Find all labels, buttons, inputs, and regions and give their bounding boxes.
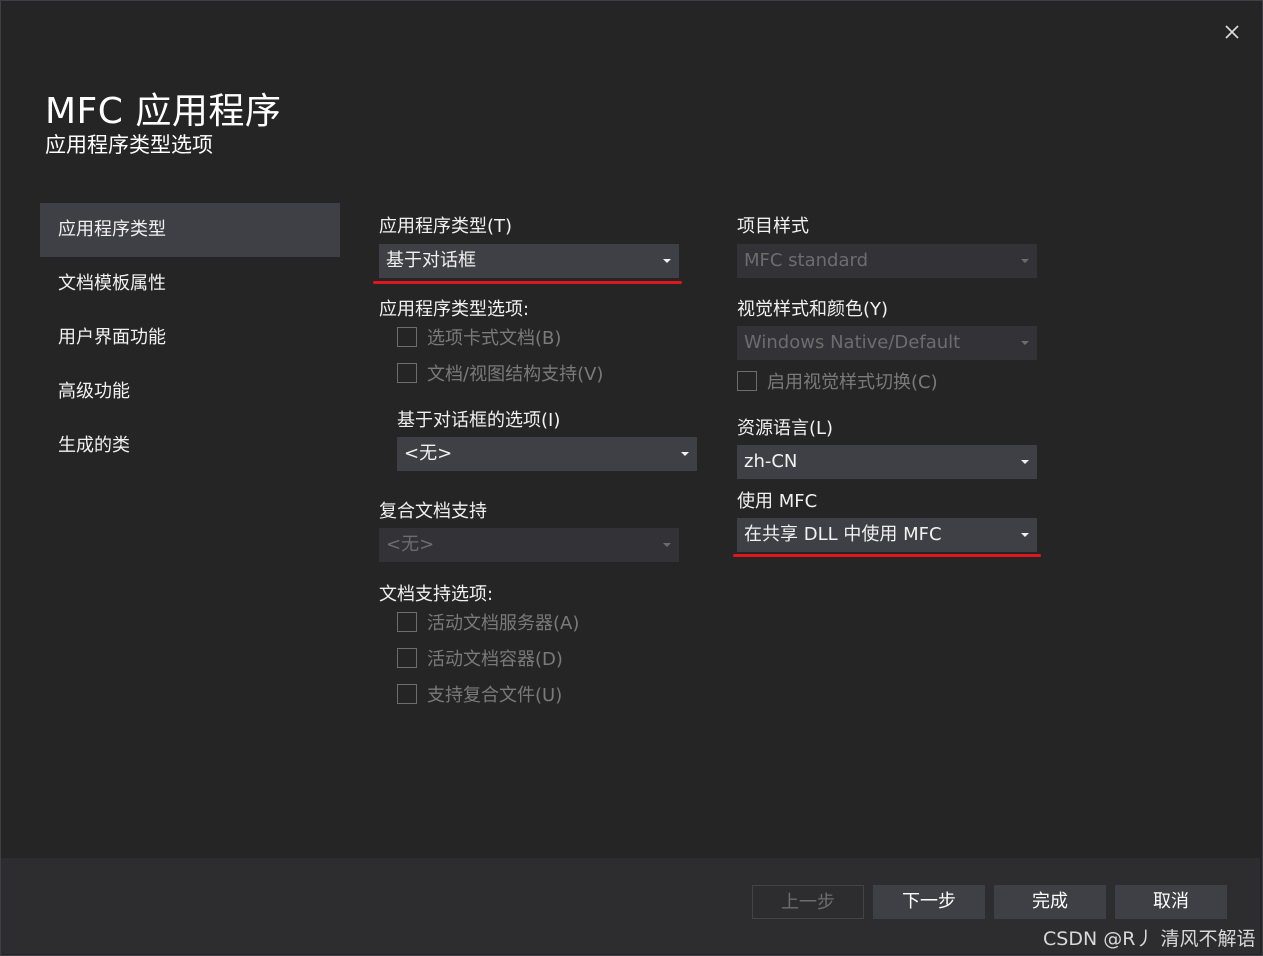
resource-lang-label: 资源语言(L)	[737, 418, 834, 439]
compound-doc-label: 复合文档支持	[379, 501, 487, 522]
nav-item-app-type[interactable]: 应用程序类型	[40, 203, 340, 257]
checkbox-box	[737, 371, 757, 391]
doc-view-checkbox[interactable]: 文档/视图结构支持(V)	[397, 362, 603, 388]
dialog-options-label: 基于对话框的选项(I)	[397, 410, 561, 431]
nav-item-generated-classes[interactable]: 生成的类	[40, 419, 340, 473]
app-type-select[interactable]: 基于对话框	[379, 244, 679, 278]
finish-button[interactable]: 完成	[994, 885, 1106, 919]
chevron-down-icon	[1021, 341, 1029, 345]
compound-doc-select: <无>	[379, 528, 679, 562]
checkbox-box	[397, 327, 417, 347]
tabbed-docs-label: 选项卡式文档(B)	[427, 328, 562, 349]
close-icon	[1225, 25, 1239, 39]
active-doc-server-label: 活动文档服务器(A)	[427, 613, 580, 634]
active-doc-server-checkbox[interactable]: 活动文档服务器(A)	[397, 611, 579, 637]
use-mfc-value: 在共享 DLL 中使用 MFC	[744, 524, 942, 545]
prev-button: 上一步	[752, 885, 864, 919]
close-button[interactable]	[1220, 20, 1244, 44]
app-type-label: 应用程序类型(T)	[379, 216, 513, 237]
compound-files-label: 支持复合文件(U)	[427, 685, 563, 706]
cancel-button[interactable]: 取消	[1115, 885, 1227, 919]
compound-doc-value: <无>	[386, 534, 435, 555]
enable-visual-switch-checkbox[interactable]: 启用视觉样式切换(C)	[737, 370, 938, 396]
visual-style-select: Windows Native/Default	[737, 326, 1037, 360]
chevron-down-icon	[681, 452, 689, 456]
project-style-select: MFC standard	[737, 244, 1037, 278]
checkbox-box	[397, 612, 417, 632]
tabbed-docs-checkbox[interactable]: 选项卡式文档(B)	[397, 326, 561, 352]
sidebar-nav: 应用程序类型 文档模板属性 用户界面功能 高级功能 生成的类	[40, 203, 340, 473]
dialog-title: MFC 应用程序	[45, 91, 282, 132]
checkbox-box	[397, 684, 417, 704]
watermark-text: CSDN @R丿 清风不解语	[1043, 928, 1256, 950]
checkbox-box	[397, 363, 417, 383]
dialog-options-value: <无>	[404, 443, 453, 464]
doc-view-label: 文档/视图结构支持(V)	[427, 364, 604, 385]
dialog-options-select[interactable]: <无>	[397, 437, 697, 471]
nav-item-ui-features[interactable]: 用户界面功能	[40, 311, 340, 365]
chevron-down-icon	[1021, 259, 1029, 263]
next-button[interactable]: 下一步	[873, 885, 985, 919]
chevron-down-icon	[663, 259, 671, 263]
visual-style-label: 视觉样式和颜色(Y)	[737, 299, 889, 320]
active-doc-container-checkbox[interactable]: 活动文档容器(D)	[397, 647, 563, 673]
dialog-subtitle: 应用程序类型选项	[45, 133, 213, 157]
resource-lang-value: zh-CN	[744, 451, 798, 472]
project-style-label: 项目样式	[737, 216, 809, 237]
use-mfc-label: 使用 MFC	[737, 491, 818, 512]
resource-lang-select[interactable]: zh-CN	[737, 445, 1037, 479]
red-underline-annotation	[733, 554, 1041, 557]
compound-files-checkbox[interactable]: 支持复合文件(U)	[397, 683, 562, 709]
app-type-options-label: 应用程序类型选项:	[379, 299, 530, 320]
red-underline-annotation	[373, 281, 682, 284]
chevron-down-icon	[1021, 460, 1029, 464]
chevron-down-icon	[1021, 533, 1029, 537]
use-mfc-select[interactable]: 在共享 DLL 中使用 MFC	[737, 518, 1037, 552]
nav-item-doc-template[interactable]: 文档模板属性	[40, 257, 340, 311]
checkbox-box	[397, 648, 417, 668]
doc-support-label: 文档支持选项:	[379, 584, 494, 605]
nav-item-advanced[interactable]: 高级功能	[40, 365, 340, 419]
visual-style-value: Windows Native/Default	[744, 332, 961, 353]
project-style-value: MFC standard	[744, 250, 869, 271]
enable-visual-switch-label: 启用视觉样式切换(C)	[767, 372, 938, 393]
active-doc-container-label: 活动文档容器(D)	[427, 649, 563, 670]
app-type-value: 基于对话框	[386, 250, 476, 271]
chevron-down-icon	[663, 543, 671, 547]
